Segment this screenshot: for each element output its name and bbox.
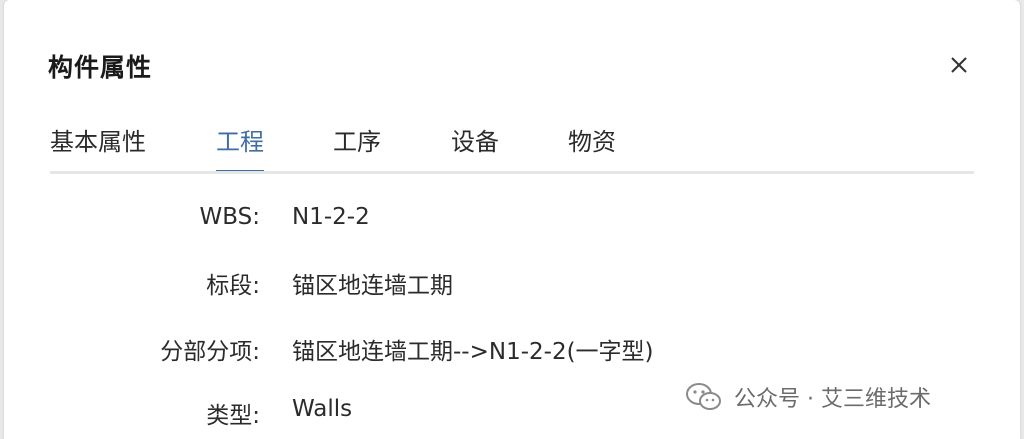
- tab-basic-properties[interactable]: 基本属性: [50, 122, 146, 172]
- close-icon: [951, 57, 967, 73]
- subdivision-label: 分部分项:: [160, 339, 260, 365]
- section-value: 锚区地连墙工期: [292, 273, 453, 299]
- tab-label: 物资: [568, 128, 616, 156]
- type-label: 类型:: [206, 403, 260, 429]
- tab-process[interactable]: 工序: [333, 122, 381, 172]
- tab-divider: [50, 171, 974, 174]
- tab-label: 设备: [451, 128, 499, 156]
- tab-label: 工程: [216, 128, 264, 156]
- wbs-value: N1-2-2: [292, 204, 370, 230]
- tab-equipment[interactable]: 设备: [451, 122, 499, 172]
- tab-materials[interactable]: 物资: [568, 122, 616, 172]
- type-value: Walls: [292, 396, 353, 422]
- close-button[interactable]: [944, 50, 974, 80]
- subdivision-value: 锚区地连墙工期-->N1-2-2(一字型): [292, 339, 654, 365]
- tab-label: 工序: [333, 128, 381, 156]
- section-label: 标段:: [206, 273, 260, 299]
- wbs-label: WBS:: [199, 204, 260, 230]
- tab-label: 基本属性: [50, 128, 146, 156]
- dialog-title: 构件属性: [48, 53, 153, 82]
- tab-engineering[interactable]: 工程: [216, 122, 264, 173]
- watermark: 公众号 · 艾三维技术: [684, 380, 931, 414]
- watermark-text: 公众号 · 艾三维技术: [734, 387, 931, 412]
- component-properties-dialog: 构件属性 基本属性 工程 工序 设备 物资 WBS: N1-2-2 标段: 锚区…: [4, 0, 1020, 439]
- wechat-icon: [686, 383, 721, 410]
